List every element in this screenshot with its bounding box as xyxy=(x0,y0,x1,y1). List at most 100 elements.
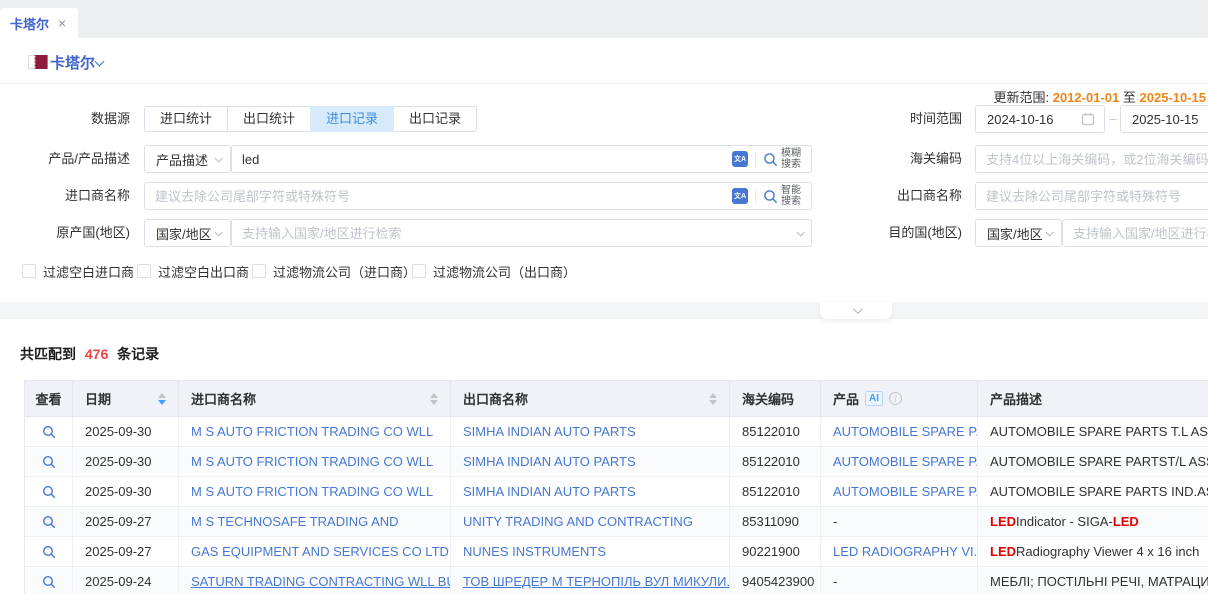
importer-cell: GAS EQUIPMENT AND SERVICES CO LTD xyxy=(179,537,451,567)
smart-search-toggle[interactable]: 智能搜索 xyxy=(763,185,803,207)
importer-link[interactable]: M S TECHNOSAFE TRADING AND xyxy=(191,514,399,529)
data-source-label: 数据源 xyxy=(0,106,130,132)
importer-search-input[interactable] xyxy=(145,189,732,204)
description-text: Radiography Viewer 4 x 16 inch xyxy=(1016,544,1199,559)
origin-type-select[interactable]: 国家/地区 xyxy=(144,219,231,247)
view-record-button[interactable] xyxy=(25,507,72,536)
hs-code-input[interactable] xyxy=(976,152,1208,167)
column-header: 产品描述 xyxy=(978,381,1208,417)
collapse-panel-button[interactable] xyxy=(820,302,892,319)
view-cell xyxy=(25,417,73,447)
table-row: 2025-09-30M S AUTO FRICTION TRADING CO W… xyxy=(25,447,1208,477)
info-icon[interactable]: i xyxy=(889,392,902,405)
exporter-link[interactable]: SIMHA INDIAN AUTO PARTS xyxy=(463,424,636,439)
product-link[interactable]: LED RADIOGRAPHY VI... xyxy=(833,544,978,559)
importer-link[interactable]: M S AUTO FRICTION TRADING CO WLL xyxy=(191,454,433,469)
view-record-button[interactable] xyxy=(25,417,72,446)
importer-link[interactable]: SATURN TRADING CONTRACTING WLL BUI... xyxy=(191,574,451,589)
sort-control[interactable] xyxy=(709,393,717,405)
view-record-button[interactable] xyxy=(25,537,72,566)
column-header[interactable]: 日期 xyxy=(73,381,179,417)
data-source-option[interactable]: 进口记录 xyxy=(310,106,394,132)
sort-asc-icon[interactable] xyxy=(430,393,438,398)
tab-close-icon[interactable]: × xyxy=(58,16,66,30)
data-source-option[interactable]: 出口记录 xyxy=(393,106,477,132)
filter-checkbox-label: 过滤空白进口商 xyxy=(43,262,134,281)
exporter-link[interactable]: NUNES INSTRUMENTS xyxy=(463,544,606,559)
fuzzy-search-toggle[interactable]: 模糊搜索 xyxy=(763,148,803,170)
hs-code-cell: 85122010 xyxy=(730,447,821,477)
exporter-link[interactable]: ТОВ ШРЕДЕР М ТЕРНОПІЛЬ ВУЛ МИКУЛИ... xyxy=(463,574,730,589)
translate-icon[interactable]: 文A xyxy=(732,151,748,167)
column-header[interactable]: 出口商名称 xyxy=(451,381,730,417)
product-link[interactable]: AUTOMOBILE SPARE P... xyxy=(833,424,978,439)
keyword-highlight: LED xyxy=(990,544,1016,559)
fuzzy-search-label: 模糊搜索 xyxy=(781,148,803,170)
sort-desc-icon[interactable] xyxy=(158,400,166,405)
time-range-end-input[interactable]: 2025-10-15 xyxy=(1120,105,1208,133)
time-range-separator: – xyxy=(1106,105,1120,133)
sort-control[interactable] xyxy=(158,393,166,405)
exporter-link[interactable]: SIMHA INDIAN AUTO PARTS xyxy=(463,484,636,499)
destination-country-input[interactable] xyxy=(1063,226,1208,241)
filter-checkbox[interactable]: 过滤物流公司（出口商） xyxy=(412,260,576,282)
importer-cell: M S AUTO FRICTION TRADING CO WLL xyxy=(179,447,451,477)
destination-type-select[interactable]: 国家/地区 xyxy=(975,219,1062,247)
product-link[interactable]: AUTOMOBILE SPARE P... xyxy=(833,454,978,469)
exporter-input-box xyxy=(975,182,1208,210)
sort-desc-icon[interactable] xyxy=(430,400,438,405)
country-dropdown-chevron-icon[interactable] xyxy=(95,57,105,67)
filter-checkbox[interactable]: 过滤空白进口商 xyxy=(22,260,134,282)
filter-checkbox[interactable]: 过滤空白出口商 xyxy=(137,260,249,282)
table-row: 2025-09-27GAS EQUIPMENT AND SERVICES CO … xyxy=(25,537,1208,567)
origin-input-box xyxy=(231,219,812,247)
product-cell: LED RADIOGRAPHY VI... xyxy=(821,537,978,567)
view-cell xyxy=(25,477,73,507)
column-header-label: 查看 xyxy=(35,389,61,408)
importer-input-box: 文A 智能搜索 xyxy=(144,182,812,210)
view-record-button[interactable] xyxy=(25,477,72,506)
view-record-button[interactable] xyxy=(25,447,72,476)
exporter-link[interactable]: SIMHA INDIAN AUTO PARTS xyxy=(463,454,636,469)
time-range-start-input[interactable]: 2024-10-16 xyxy=(975,105,1105,133)
chevron-down-icon xyxy=(1045,228,1053,236)
checkbox-icon[interactable] xyxy=(412,264,426,278)
hs-code-cell: 85311090 xyxy=(730,507,821,537)
product-type-select[interactable]: 产品描述 xyxy=(144,145,231,173)
update-range-conj: 至 xyxy=(1123,90,1136,105)
filter-checkbox-label: 过滤物流公司（出口商） xyxy=(433,262,576,281)
importer-label: 进口商名称 xyxy=(0,182,130,210)
filter-checkbox[interactable]: 过滤物流公司（进口商） xyxy=(252,260,416,282)
origin-country-input[interactable] xyxy=(232,226,797,241)
column-header[interactable]: 进口商名称 xyxy=(179,381,451,417)
view-cell xyxy=(25,447,73,477)
description-text: AUTOMOBILE SPARE PARTS T.L ASSY ... xyxy=(990,424,1208,439)
checkbox-icon[interactable] xyxy=(22,264,36,278)
description-text: Indicator - SIGA- xyxy=(1016,514,1113,529)
importer-link[interactable]: GAS EQUIPMENT AND SERVICES CO LTD xyxy=(191,544,449,559)
checkbox-icon[interactable] xyxy=(252,264,266,278)
magnifier-icon xyxy=(42,575,56,589)
translate-icon[interactable]: 文A xyxy=(732,188,748,204)
view-record-button[interactable] xyxy=(25,567,72,594)
sort-desc-icon[interactable] xyxy=(709,400,717,405)
product-search-input[interactable] xyxy=(232,152,732,167)
checkbox-icon[interactable] xyxy=(137,264,151,278)
product-cell: - xyxy=(821,567,978,594)
importer-link[interactable]: M S AUTO FRICTION TRADING CO WLL xyxy=(191,484,433,499)
importer-link[interactable]: M S AUTO FRICTION TRADING CO WLL xyxy=(191,424,433,439)
importer-cell: M S TECHNOSAFE TRADING AND xyxy=(179,507,451,537)
sort-asc-icon[interactable] xyxy=(709,393,717,398)
tab-qatar[interactable]: 卡塔尔 × xyxy=(0,8,78,38)
qatar-flag-icon xyxy=(28,55,48,72)
product-link[interactable]: AUTOMOBILE SPARE P... xyxy=(833,484,978,499)
exporter-link[interactable]: UNITY TRADING AND CONTRACTING xyxy=(463,514,693,529)
data-source-option[interactable]: 进口统计 xyxy=(144,106,228,132)
chevron-down-icon xyxy=(214,154,222,162)
table-row: 2025-09-30M S AUTO FRICTION TRADING CO W… xyxy=(25,477,1208,507)
data-source-option[interactable]: 出口统计 xyxy=(227,106,311,132)
description-cell: LED Indicator - SIGA-LED xyxy=(978,507,1208,537)
sort-asc-icon[interactable] xyxy=(158,393,166,398)
exporter-search-input[interactable] xyxy=(976,189,1208,204)
sort-control[interactable] xyxy=(430,393,438,405)
